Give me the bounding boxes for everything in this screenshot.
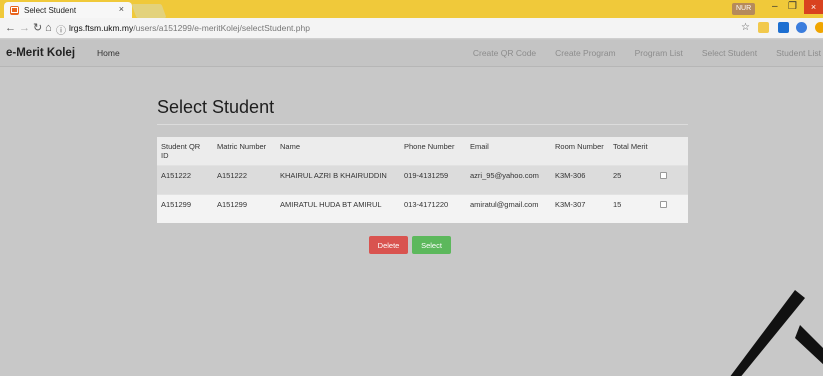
nav-program-list[interactable]: Program List — [635, 48, 683, 58]
cell-phone-number: 013-4171220 — [400, 193, 466, 223]
tab-title: Select Student — [24, 5, 77, 15]
page-title: Select Student — [157, 97, 275, 117]
window-close-icon[interactable]: × — [804, 0, 823, 14]
row-checkbox[interactable] — [660, 171, 667, 179]
table-row: A151299 A151299 AMIRATUL HUDA BT AMIRUL … — [157, 193, 688, 223]
nav-create-qr-code[interactable]: Create QR Code — [473, 48, 536, 58]
extension-orange-icon[interactable] — [815, 22, 823, 33]
header-total-merit: Total Merit — [613, 142, 648, 151]
table-header-row: Student QR ID Matric Number Name Phone N… — [157, 137, 688, 165]
extension-shield-icon[interactable] — [758, 22, 769, 33]
site-info-icon[interactable]: ⓘ — [56, 22, 66, 37]
header-name: Name — [280, 142, 301, 151]
extension-box-icon[interactable] — [778, 22, 789, 33]
profile-chip[interactable]: NUR — [732, 3, 756, 15]
header-phone-number: Phone Number — [404, 142, 455, 151]
watermark-graphic — [730, 290, 823, 376]
cell-select — [656, 193, 688, 223]
new-tab-button[interactable] — [131, 4, 167, 18]
nav-home[interactable]: Home — [97, 48, 120, 58]
nav-create-program[interactable]: Create Program — [555, 48, 615, 58]
header-room-number: Room Number — [555, 142, 604, 151]
minimize-icon[interactable]: – — [772, 1, 778, 12]
cell-matric-number: A151299 — [213, 193, 276, 223]
site-favicon-icon — [10, 5, 19, 15]
cell-name: KHAIRUL AZRI B KHAIRUDDIN — [276, 164, 400, 194]
cell-student-qr-id: A151222 — [157, 164, 213, 194]
maximize-icon[interactable]: ❐ — [788, 1, 797, 12]
reload-icon[interactable]: ↻ — [33, 22, 42, 34]
cell-name: AMIRATUL HUDA BT AMIRUL — [276, 193, 400, 223]
browser-tab[interactable]: Select Student × — [4, 2, 132, 18]
cell-email: amiratul@gmail.com — [466, 193, 551, 223]
header-student-qr-id: Student QR ID — [161, 142, 201, 160]
title-divider — [157, 124, 688, 125]
nav-select-student[interactable]: Select Student — [702, 48, 757, 58]
delete-button[interactable]: Delete — [369, 236, 408, 254]
header-matric-number: Matric Number — [217, 142, 267, 151]
cell-student-qr-id: A151299 — [157, 193, 213, 223]
cell-room-number: K3M-307 — [551, 193, 609, 223]
cell-total-merit: 15 — [609, 193, 656, 223]
student-table: Student QR ID Matric Number Name Phone N… — [157, 137, 688, 223]
table-row: A151222 A151222 KHAIRUL AZRI B KHAIRUDDI… — [157, 164, 688, 194]
url-host: lrgs.ftsm.ukm.my — [69, 23, 134, 33]
select-button[interactable]: Select — [412, 236, 451, 254]
header-select — [656, 137, 688, 165]
cell-total-merit: 25 — [609, 164, 656, 194]
nav-student-list[interactable]: Student List — [776, 48, 821, 58]
bookmark-star-icon[interactable]: ☆ — [741, 22, 750, 34]
forward-arrow-icon[interactable]: → — [19, 22, 30, 34]
url-field[interactable]: lrgs.ftsm.ukm.my/users/a151299/e-meritKo… — [69, 23, 310, 33]
back-arrow-icon[interactable]: ← — [5, 22, 16, 34]
cell-email: azri_95@yahoo.com — [466, 164, 551, 194]
extension-circle-icon[interactable] — [796, 22, 807, 33]
cell-matric-number: A151222 — [213, 164, 276, 194]
cell-room-number: K3M-306 — [551, 164, 609, 194]
cell-select — [656, 164, 688, 194]
header-email: Email — [470, 142, 489, 151]
app-navbar: e-Merit Kolej Home Create QR Code Create… — [0, 40, 823, 67]
browser-tabstrip: Select Student × NUR – ❐ × — [0, 0, 823, 18]
url-path: /users/a151299/e-meritKolej/selectStuden… — [133, 23, 310, 33]
tab-close-icon[interactable]: × — [119, 4, 124, 14]
home-icon[interactable]: ⌂ — [45, 22, 52, 34]
cell-phone-number: 019-4131259 — [400, 164, 466, 194]
nav-links: Create QR Code Create Program Program Li… — [454, 48, 821, 58]
address-bar-row: ← → ↻ ⌂ ⓘ lrgs.ftsm.ukm.my/users/a151299… — [0, 18, 823, 39]
row-checkbox[interactable] — [660, 200, 667, 208]
brand-logo[interactable]: e-Merit Kolej — [6, 47, 75, 59]
